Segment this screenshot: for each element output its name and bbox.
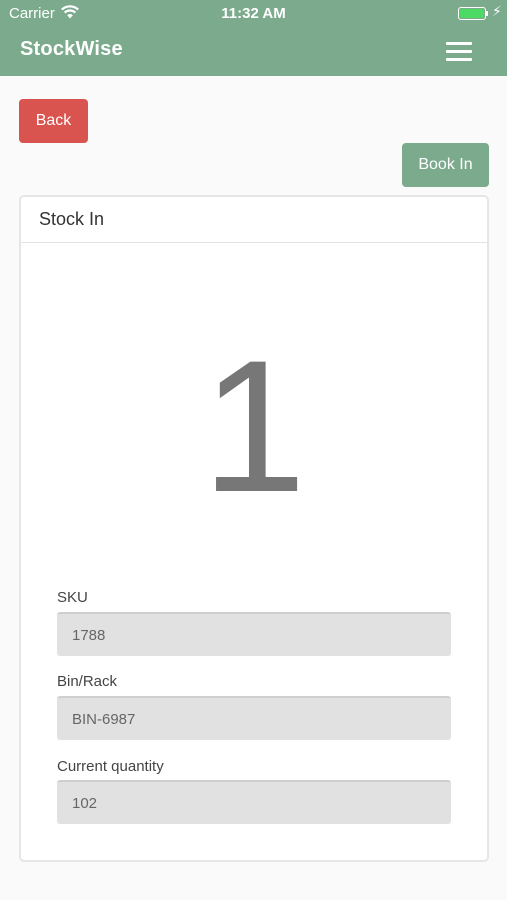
current-quantity-label: Current quantity	[57, 758, 164, 775]
charging-bolt-icon: ⚡	[492, 3, 502, 19]
hamburger-menu-icon[interactable]	[444, 40, 474, 62]
app-title: StockWise	[20, 38, 123, 60]
card-header: Stock In	[21, 197, 487, 243]
current-quantity-field[interactable]	[57, 780, 451, 824]
bin-rack-label: Bin/Rack	[57, 673, 118, 690]
sku-label: SKU	[57, 589, 88, 606]
app-header: Carrier 11:32 AM ⚡ StockWise	[0, 0, 507, 76]
book-in-button[interactable]: Book In	[402, 143, 489, 187]
back-button[interactable]: Back	[19, 99, 88, 143]
card-title: Stock In	[39, 209, 105, 229]
status-time: 11:32 AM	[221, 5, 286, 22]
sku-field[interactable]	[57, 612, 451, 656]
battery-icon	[458, 7, 488, 20]
bin-rack-field[interactable]	[57, 696, 451, 740]
stock-count-display: 1	[201, 321, 307, 531]
status-bar: Carrier 11:32 AM ⚡	[0, 0, 507, 28]
